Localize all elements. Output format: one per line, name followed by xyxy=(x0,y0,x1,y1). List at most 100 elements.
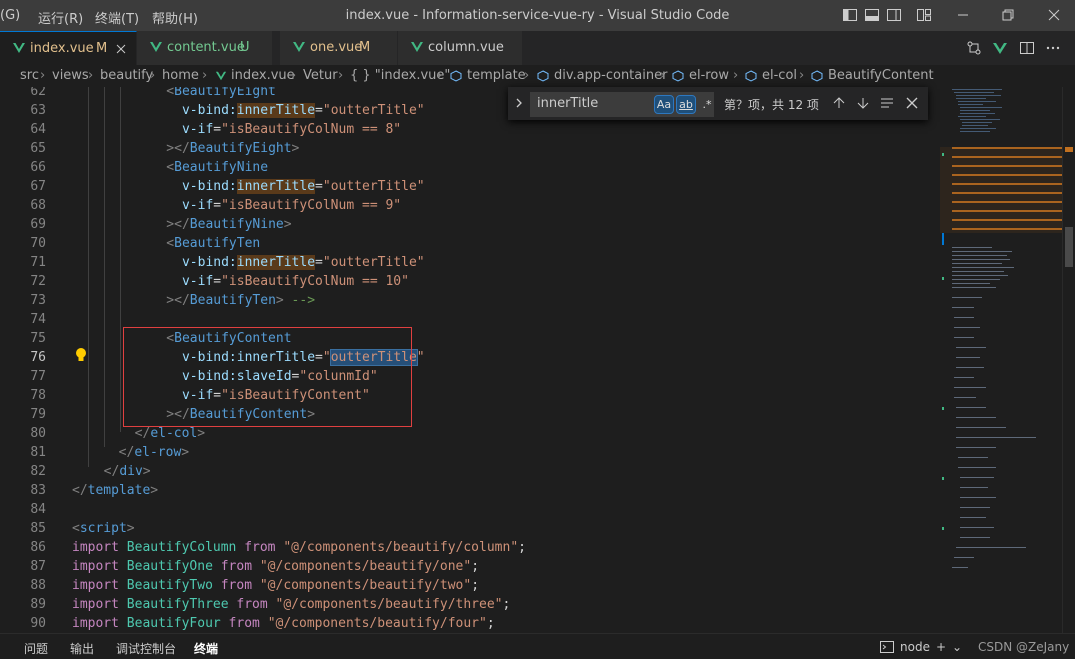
breadcrumb-item[interactable]: src xyxy=(20,68,39,83)
new-terminal-icon[interactable]: + xyxy=(936,640,946,654)
line-number: 68 xyxy=(30,198,46,213)
customize-layout-icon[interactable] xyxy=(916,7,932,23)
tab-index-vue[interactable]: index.vue M xyxy=(0,31,137,66)
line-number: 70 xyxy=(30,236,46,251)
toggle-replace-chevron-icon[interactable] xyxy=(514,97,524,109)
tab-terminal[interactable]: 终端 xyxy=(194,640,218,657)
code-line[interactable]: import BeautifyThree from "@/components/… xyxy=(72,597,510,612)
breadcrumb-item[interactable]: el-col xyxy=(762,68,797,83)
menu-go[interactable]: (G) xyxy=(0,8,20,23)
code-editor[interactable]: 62 <BeautifyEight 63 v-bind:innerTitle="o… xyxy=(0,87,1075,633)
code-line[interactable]: v-if="isBeautifyColNum == 8" xyxy=(72,122,401,137)
breadcrumb-item[interactable]: Vetur xyxy=(303,68,338,83)
line-number: 69 xyxy=(30,217,46,232)
code-line[interactable]: </template> xyxy=(72,483,158,498)
breadcrumb-item[interactable]: template xyxy=(467,68,526,83)
code-line[interactable]: v-bind:innerTitle="outterTitle" xyxy=(72,103,425,118)
close-find-icon[interactable] xyxy=(906,97,918,109)
vue-file-icon xyxy=(13,43,25,53)
line-number: 81 xyxy=(30,445,46,460)
code-line[interactable]: v-if="isBeautifyColNum == 9" xyxy=(72,198,401,213)
line-number: 83 xyxy=(30,483,46,498)
close-window-icon[interactable] xyxy=(1046,7,1062,23)
code-line[interactable]: ></BeautifyTen> --> xyxy=(72,293,315,308)
lightbulb-icon[interactable] xyxy=(74,347,88,363)
compare-changes-icon[interactable] xyxy=(966,40,982,56)
terminal-name[interactable]: node xyxy=(900,640,930,654)
line-number: 67 xyxy=(30,179,46,194)
breadcrumb-item[interactable]: div.app-container xyxy=(554,68,667,83)
code-line[interactable]: <BeautifyNine xyxy=(72,160,268,175)
breadcrumb-item[interactable]: index.vue xyxy=(231,68,295,83)
tab-one-vue[interactable]: one.vue M xyxy=(280,31,398,65)
tab-problems[interactable]: 问题 xyxy=(24,640,48,657)
line-number: 82 xyxy=(30,464,46,479)
watermark: CSDN @ZeJany xyxy=(978,640,1070,654)
code-line[interactable]: v-if="isBeautifyColNum == 10" xyxy=(72,274,409,289)
line-number: 90 xyxy=(30,616,46,631)
symbol-cube-icon xyxy=(450,70,462,82)
line-number: 88 xyxy=(30,578,46,593)
symbol-cube-icon xyxy=(745,70,757,82)
minimap[interactable] xyxy=(940,87,1062,633)
tab-column-vue[interactable]: column.vue xyxy=(398,31,523,65)
line-number: 64 xyxy=(30,122,46,137)
vertical-scrollbar[interactable] xyxy=(1062,87,1075,633)
split-editor-icon[interactable] xyxy=(1019,40,1035,56)
code-line[interactable]: import BeautifyColumn from "@/components… xyxy=(72,540,526,555)
chevron-down-icon[interactable]: ⌄ xyxy=(952,640,962,654)
code-line[interactable]: ></BeautifyNine> xyxy=(72,217,291,232)
line-number: 84 xyxy=(30,502,46,517)
breadcrumb-item[interactable]: beautify xyxy=(100,68,153,83)
minimize-icon[interactable] xyxy=(955,7,971,23)
code-line[interactable]: </el-row> xyxy=(72,445,189,460)
find-in-selection-icon[interactable] xyxy=(880,96,894,110)
match-whole-word-button[interactable]: ab xyxy=(676,95,696,114)
restore-icon[interactable] xyxy=(1000,7,1016,23)
find-result-count: 第？项，共 12 项 xyxy=(724,98,819,112)
breadcrumb-item[interactable]: home xyxy=(162,68,199,83)
menu-terminal[interactable]: 终端(T) xyxy=(95,8,139,27)
breadcrumb-item[interactable]: { } "index.vue" xyxy=(350,68,450,83)
code-line[interactable]: <BeautifyEight xyxy=(72,87,276,99)
code-line[interactable]: import BeautifyOne from "@/components/be… xyxy=(72,559,479,574)
code-line[interactable]: ></BeautifyEight> xyxy=(72,141,299,156)
line-number: 76 xyxy=(30,350,46,365)
line-number: 72 xyxy=(30,274,46,289)
tab-debug-console[interactable]: 调试控制台 xyxy=(116,640,176,657)
line-number: 75 xyxy=(30,331,46,346)
next-match-icon[interactable] xyxy=(856,96,870,110)
find-input[interactable] xyxy=(535,95,649,112)
line-number: 63 xyxy=(30,103,46,118)
previous-match-icon[interactable] xyxy=(832,96,846,110)
vue-preview-icon[interactable] xyxy=(992,40,1008,56)
breadcrumb-item[interactable]: el-row xyxy=(689,68,729,83)
more-actions-icon[interactable] xyxy=(1045,40,1061,56)
line-number: 80 xyxy=(30,426,46,441)
breadcrumb-item[interactable]: views xyxy=(52,68,89,83)
code-line[interactable]: <script> xyxy=(72,521,135,536)
code-line[interactable]: import BeautifyTwo from "@/components/be… xyxy=(72,578,479,593)
vue-file-icon xyxy=(150,42,162,52)
line-number: 89 xyxy=(30,597,46,612)
code-line[interactable]: <BeautifyTen xyxy=(72,236,260,251)
terminal-icon xyxy=(880,641,894,653)
toggle-sidebar-icon[interactable] xyxy=(842,7,858,23)
code-line[interactable]: </el-col> xyxy=(72,426,205,441)
regex-button[interactable]: .* xyxy=(698,96,716,113)
menu-help[interactable]: 帮助(H) xyxy=(152,8,198,27)
code-line[interactable]: v-bind:innerTitle="outterTitle" xyxy=(72,179,425,194)
panel-bar: 问题 输出 调试控制台 终端 node + ⌄ CSDN @ZeJany xyxy=(0,633,1075,659)
code-line[interactable]: v-bind:innerTitle="outterTitle" xyxy=(72,255,425,270)
tab-content-vue[interactable]: content.vue U xyxy=(137,31,273,65)
close-tab-icon[interactable] xyxy=(116,44,126,54)
toggle-panel-icon[interactable] xyxy=(864,7,880,23)
code-line[interactable]: </div> xyxy=(72,464,151,479)
menu-run[interactable]: 运行(R) xyxy=(38,8,83,27)
toggle-secondary-sidebar-icon[interactable] xyxy=(886,7,902,23)
code-line[interactable]: import BeautifyFour from "@/components/b… xyxy=(72,616,495,631)
line-number: 86 xyxy=(30,540,46,555)
match-case-button[interactable]: Aa xyxy=(654,95,674,114)
tab-output[interactable]: 输出 xyxy=(70,640,94,657)
breadcrumb-item[interactable]: BeautifyContent xyxy=(828,68,934,83)
